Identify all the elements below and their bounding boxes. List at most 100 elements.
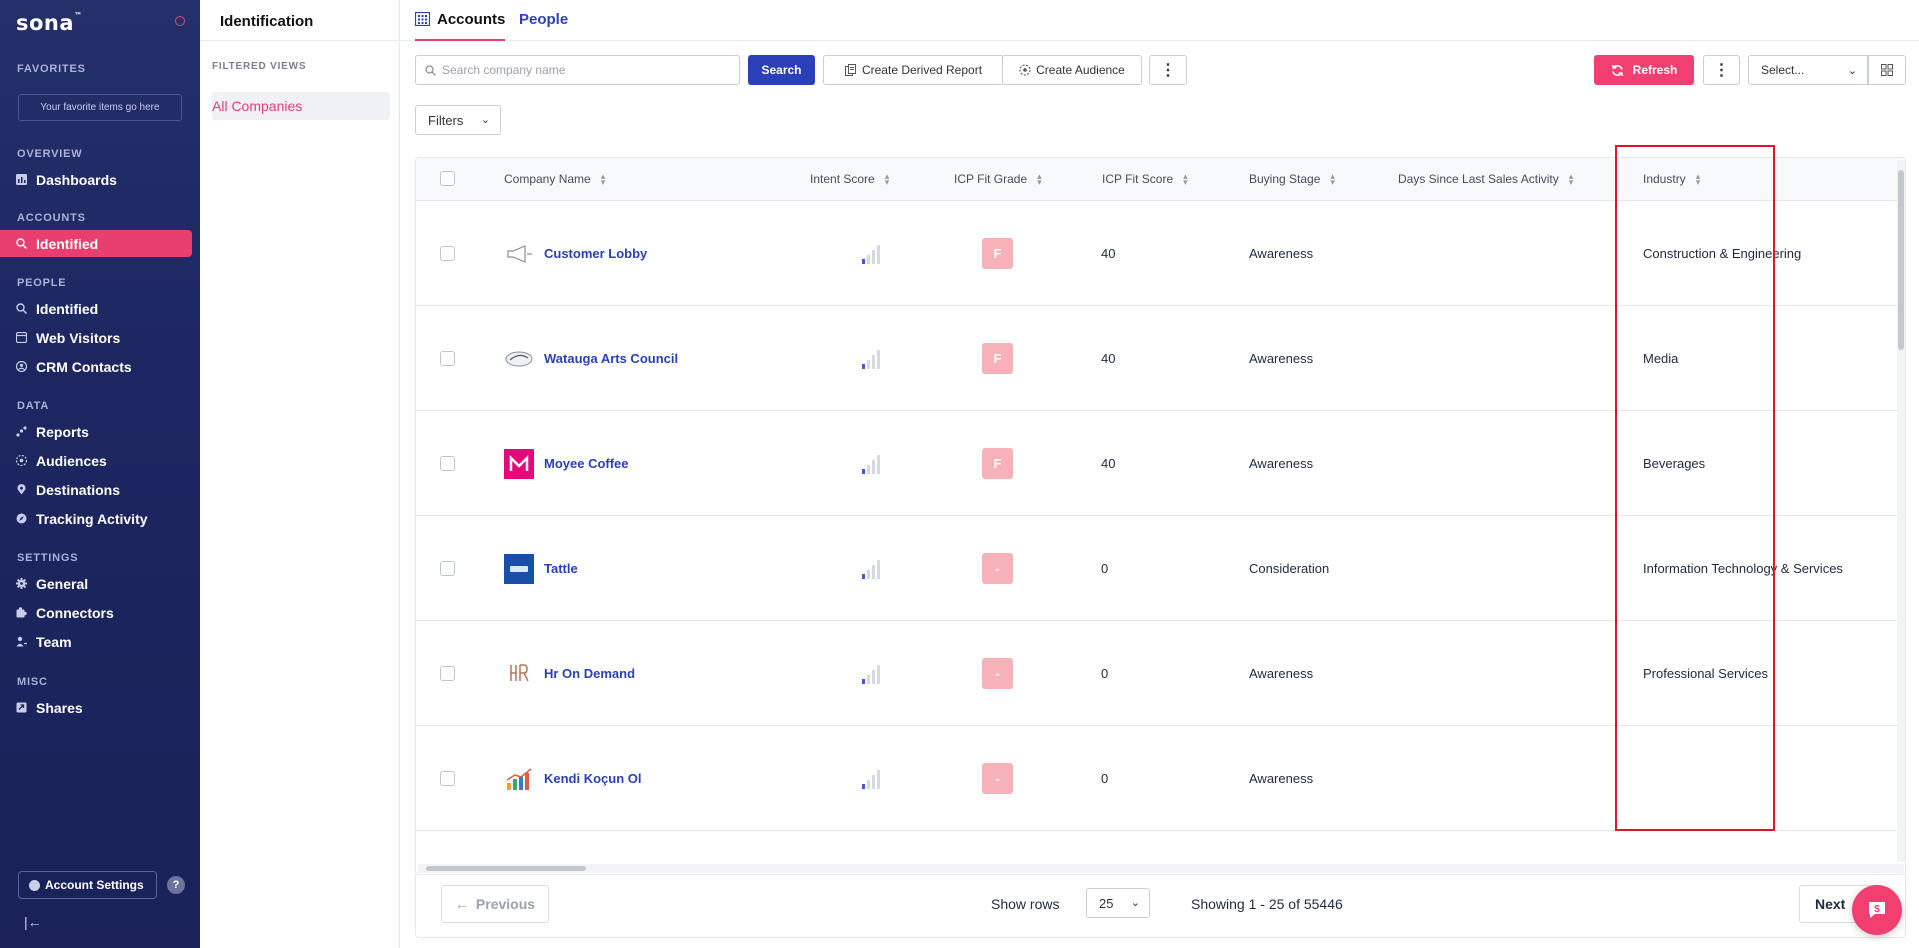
- search-icon: [425, 64, 436, 76]
- table-row[interactable]: Kendi Koçun Ol - 0 Awareness: [416, 726, 1905, 831]
- buying-stage: Awareness: [1249, 771, 1314, 786]
- company-name-link[interactable]: Customer Lobby: [544, 246, 647, 261]
- create-audience-button[interactable]: Create Audience: [1002, 55, 1142, 85]
- view-all-companies[interactable]: All Companies: [212, 92, 390, 120]
- filtered-views-label: FILTERED VIEWS: [212, 61, 307, 72]
- view-select[interactable]: Select... ⌄: [1748, 55, 1868, 85]
- sidebar-item-tracking-activity[interactable]: Tracking Activity: [0, 505, 192, 532]
- sort-icon[interactable]: ▴ ▾: [1569, 172, 1574, 187]
- section-overview: OVERVIEW: [17, 148, 83, 160]
- industry: Professional Services: [1643, 666, 1768, 681]
- sidebar-item-connectors[interactable]: Connectors: [0, 599, 192, 626]
- sidebar-item-general[interactable]: General: [0, 570, 192, 597]
- company-logo-hr: [504, 659, 534, 689]
- sidebar-item-shares[interactable]: Shares: [0, 694, 192, 721]
- row-checkbox[interactable]: [440, 561, 455, 576]
- intent-bars-icon: [862, 560, 880, 579]
- create-derived-report-button[interactable]: Create Derived Report: [823, 55, 1004, 85]
- column-header-industry[interactable]: Industry ▴ ▾: [1643, 172, 1701, 187]
- sidebar-item-people-identified[interactable]: Identified: [0, 295, 192, 322]
- tab-people[interactable]: People: [519, 11, 568, 41]
- sidebar-item-label: Shares: [36, 699, 83, 716]
- search-input[interactable]: [442, 63, 732, 77]
- help-icon[interactable]: ?: [167, 876, 185, 894]
- chat-support-button[interactable]: $: [1852, 885, 1902, 935]
- select-all-checkbox[interactable]: [440, 171, 455, 186]
- team-icon: [16, 636, 27, 647]
- scrollbar-thumb[interactable]: [1898, 170, 1904, 350]
- table-row[interactable]: Customer Lobby F 40 Awareness Constructi…: [416, 201, 1905, 306]
- column-header-company-name[interactable]: Company Name ▴ ▾: [504, 172, 606, 187]
- sidebar-item-team[interactable]: Team: [0, 628, 192, 655]
- header-label: Industry: [1643, 172, 1686, 186]
- showing-count: Showing 1 - 25 of 55446: [1191, 896, 1343, 912]
- sona-logo[interactable]: sona™: [16, 11, 83, 35]
- sidebar-item-label: Web Visitors: [36, 329, 121, 346]
- company-name-link[interactable]: Tattle: [544, 561, 578, 576]
- sort-icon[interactable]: ▴ ▾: [1696, 172, 1701, 187]
- header-label: Intent Score: [810, 172, 875, 186]
- icp-grade-badge: F: [982, 343, 1013, 374]
- grid-view-button[interactable]: [1868, 55, 1906, 85]
- column-header-buying-stage[interactable]: Buying Stage ▴ ▾: [1249, 172, 1335, 187]
- sidebar-item-label: Connectors: [36, 604, 114, 621]
- sort-icon[interactable]: ▴ ▾: [601, 172, 606, 187]
- sidebar-item-reports[interactable]: Reports: [0, 418, 192, 445]
- more-options-button-2[interactable]: ⋮: [1703, 55, 1740, 85]
- previous-button[interactable]: ← Previous: [441, 885, 549, 923]
- row-checkbox[interactable]: [440, 456, 455, 471]
- sidebar-item-destinations[interactable]: Destinations: [0, 476, 192, 503]
- company-name-link[interactable]: Hr On Demand: [544, 666, 635, 681]
- rows-per-page-select[interactable]: 25 ⌄: [1086, 888, 1150, 918]
- table-row[interactable]: Hr On Demand - 0 Awareness Professional …: [416, 621, 1905, 726]
- accounts-table: Company Name ▴ ▾ Intent Score ▴ ▾ ICP Fit Gr…: [415, 157, 1906, 875]
- row-checkbox[interactable]: [440, 246, 455, 261]
- sidebar-item-label: Audiences: [36, 452, 107, 469]
- table-row[interactable]: Moyee Coffee F 40 Awareness Beverages: [416, 411, 1905, 516]
- sidebar-item-web-visitors[interactable]: Web Visitors: [0, 324, 192, 351]
- buying-stage: Awareness: [1249, 456, 1314, 471]
- more-options-button[interactable]: ⋮: [1149, 55, 1187, 85]
- account-settings-button[interactable]: Account Settings: [18, 871, 157, 899]
- sidebar-item-accounts-identified[interactable]: Identified: [0, 230, 192, 257]
- sidebar-item-crm-contacts[interactable]: CRM Contacts: [0, 353, 192, 380]
- header-label: Buying Stage: [1249, 172, 1321, 186]
- company-name-link[interactable]: Kendi Koçun Ol: [544, 771, 642, 786]
- section-misc: MISC: [17, 676, 48, 688]
- sidebar-item-audiences[interactable]: Audiences: [0, 447, 192, 474]
- tab-accounts[interactable]: Accounts: [415, 11, 506, 41]
- divider: [200, 40, 400, 41]
- row-checkbox[interactable]: [440, 666, 455, 681]
- header-label: Company Name: [504, 172, 591, 186]
- filters-dropdown[interactable]: Filters ⌄: [415, 105, 501, 135]
- vertical-scrollbar[interactable]: [1897, 160, 1905, 862]
- intent-bars-icon: [862, 350, 880, 369]
- share-icon: [16, 702, 27, 713]
- collapse-sidebar-icon[interactable]: |←: [24, 914, 42, 930]
- intent-bars-icon: [862, 245, 880, 264]
- pagination-bar: ← Previous Show rows 25 ⌄ Showing 1 - 25…: [415, 874, 1906, 938]
- horizontal-scrollbar[interactable]: [418, 864, 1904, 873]
- column-header-days-since-activity[interactable]: Days Since Last Sales Activity ▴ ▾: [1398, 172, 1574, 187]
- row-checkbox[interactable]: [440, 771, 455, 786]
- search-button[interactable]: Search: [748, 55, 815, 85]
- sort-icon[interactable]: ▴ ▾: [885, 172, 890, 187]
- chevron-down-icon: ⌄: [1130, 897, 1140, 909]
- sort-icon[interactable]: ▴ ▾: [1183, 172, 1188, 187]
- company-name-link[interactable]: Moyee Coffee: [544, 456, 629, 471]
- column-header-icp-fit-grade[interactable]: ICP Fit Grade ▴ ▾: [954, 172, 1042, 187]
- reports-icon: [16, 426, 27, 437]
- view-label: All Companies: [212, 98, 303, 114]
- table-row[interactable]: Watauga Arts Council F 40 Awareness Medi…: [416, 306, 1905, 411]
- column-header-intent-score[interactable]: Intent Score ▴ ▾: [810, 172, 890, 187]
- sidebar-item-dashboards[interactable]: Dashboards: [0, 166, 192, 193]
- row-checkbox[interactable]: [440, 351, 455, 366]
- sort-icon[interactable]: ▴ ▾: [1037, 172, 1042, 187]
- table-row[interactable]: Tattle - 0 Consideration Information Tec…: [416, 516, 1905, 621]
- search-field[interactable]: [415, 55, 740, 85]
- sort-icon[interactable]: ▴ ▾: [1330, 172, 1335, 187]
- scrollbar-thumb[interactable]: [426, 866, 586, 871]
- company-name-link[interactable]: Watauga Arts Council: [544, 351, 678, 366]
- column-header-icp-fit-score[interactable]: ICP Fit Score ▴ ▾: [1102, 172, 1188, 187]
- refresh-button[interactable]: Refresh: [1594, 55, 1694, 85]
